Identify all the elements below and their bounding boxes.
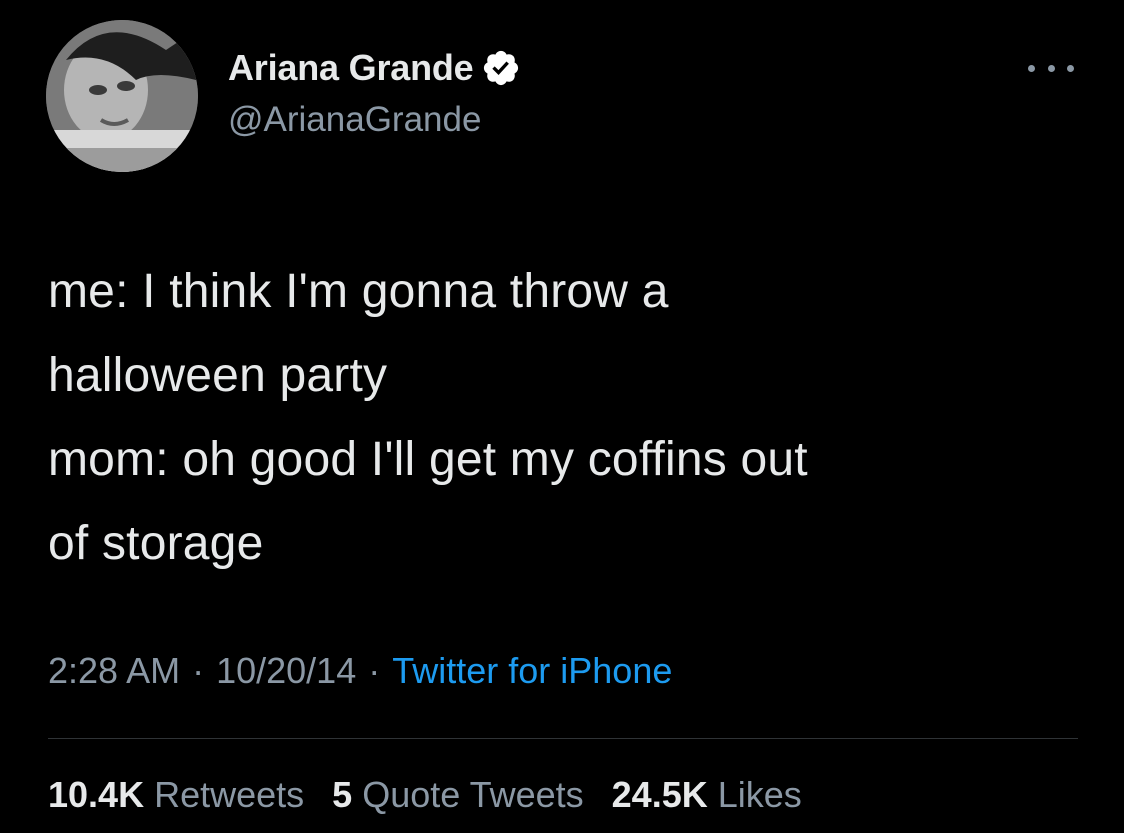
retweets-count: 10.4K <box>48 774 145 815</box>
tweet-time[interactable]: 2:28 AM <box>48 650 180 692</box>
verified-badge-icon <box>481 48 521 88</box>
tweet-meta: 2:28 AM · 10/20/14 · Twitter for iPhone <box>48 650 672 692</box>
author-name-row: Ariana Grande <box>228 46 521 90</box>
tweet-text: me: I think I'm gonna throw a halloween … <box>48 265 808 570</box>
tweet-date[interactable]: 10/20/14 <box>216 650 356 692</box>
likes-stat[interactable]: 24.5K Likes <box>612 774 802 816</box>
tweet-detail: Ariana Grande @ArianaGrande me: I think … <box>0 0 1124 833</box>
avatar[interactable] <box>46 20 198 172</box>
retweets-stat[interactable]: 10.4K Retweets <box>48 774 304 816</box>
likes-count: 24.5K <box>611 774 708 815</box>
meta-separator: · <box>368 650 381 691</box>
meta-separator: · <box>192 650 205 691</box>
tweet-source-link[interactable]: Twitter for iPhone <box>392 650 672 692</box>
author-handle[interactable]: @ArianaGrande <box>228 100 481 140</box>
author-display-name[interactable]: Ariana Grande <box>228 47 474 89</box>
divider <box>48 738 1078 739</box>
quote-tweets-count: 5 <box>332 774 353 815</box>
retweets-label: Retweets <box>154 774 305 815</box>
quote-tweets-stat[interactable]: 5 Quote Tweets <box>332 774 584 816</box>
quote-tweets-label: Quote Tweets <box>362 774 584 815</box>
tweet-stats: 10.4K Retweets 5 Quote Tweets 24.5K Like… <box>48 774 830 816</box>
likes-label: Likes <box>717 774 802 815</box>
more-options-icon[interactable] <box>1028 58 1074 78</box>
avatar-photo <box>46 20 198 172</box>
